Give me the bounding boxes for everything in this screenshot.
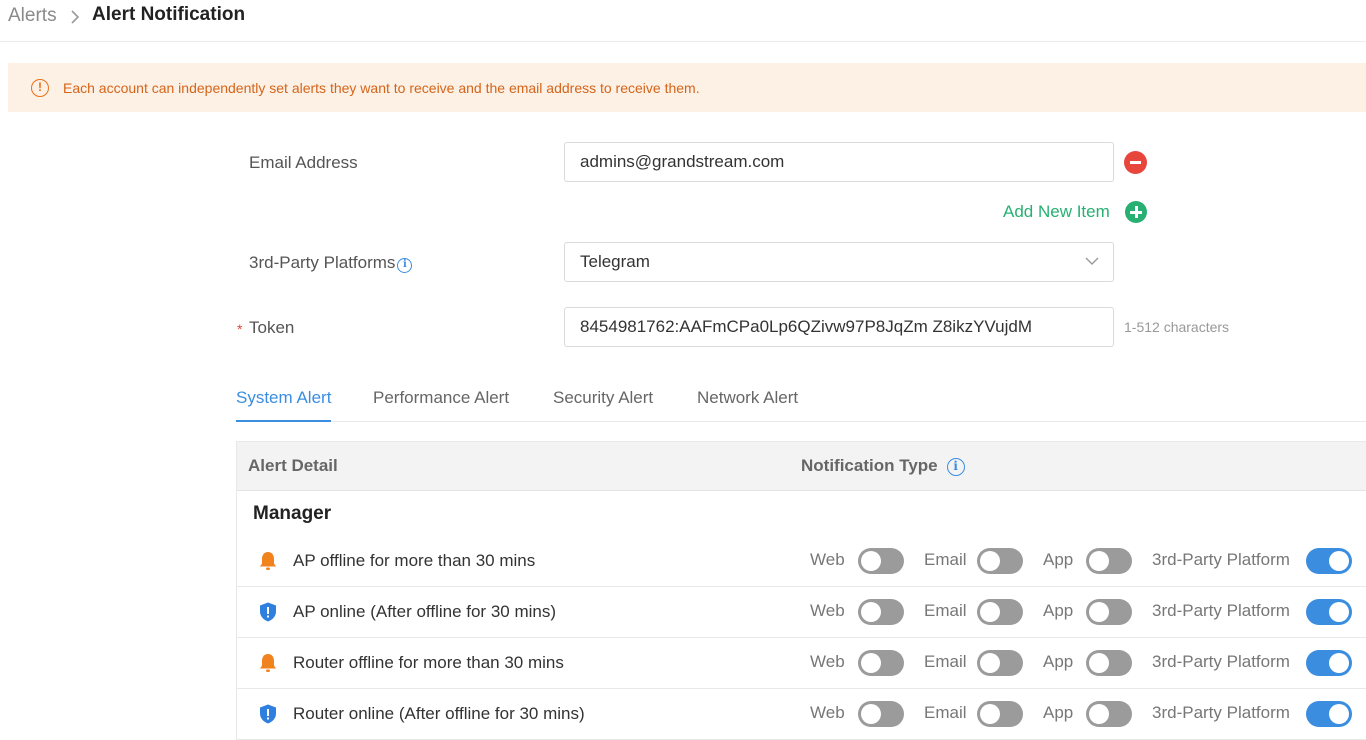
third-toggle-label: 3rd-Party Platform (1152, 601, 1290, 620)
email-toggle-label: Email (924, 652, 967, 671)
table-row: Router offline for more than 30 mins Web E… (237, 638, 1366, 689)
remove-email-icon[interactable] (1124, 151, 1147, 174)
web-toggle-switch[interactable] (858, 650, 904, 676)
token-label: Token (249, 318, 295, 337)
add-new-item-link[interactable]: Add New Item (1003, 202, 1110, 222)
alert-detail-text: Router offline for more than 30 mins (293, 653, 564, 672)
app-toggle-label: App (1043, 652, 1074, 671)
toggle-knob (1089, 551, 1109, 571)
web-toggle-switch[interactable] (858, 701, 904, 727)
warning-circle-icon: ! (31, 79, 49, 97)
toggle-knob (980, 602, 1000, 622)
third-toggle-switch[interactable] (1306, 599, 1352, 625)
app-toggle-label: App (1043, 703, 1074, 722)
page-header: Alerts Alert Notification (0, 0, 1366, 42)
group-title-manager: Manager (253, 503, 332, 524)
email-toggle-label: Email (924, 601, 967, 620)
web-toggle-label: Web (810, 550, 845, 569)
third-toggle-label: 3rd-Party Platform (1152, 550, 1290, 569)
tab-network-alert[interactable]: Network Alert (697, 388, 798, 422)
web-toggle-switch[interactable] (858, 548, 904, 574)
toggle-knob (1329, 653, 1349, 673)
table-header: Alert Detail Notification Type i (237, 441, 1366, 491)
email-toggle-switch[interactable] (977, 650, 1023, 676)
col-notification-type-text: Notification Type (801, 456, 938, 475)
web-toggle-switch[interactable] (858, 599, 904, 625)
toggle-knob (1089, 704, 1109, 724)
web-toggle-label: Web (810, 703, 845, 722)
email-toggle-label: Email (924, 550, 967, 569)
email-toggle-switch[interactable] (977, 548, 1023, 574)
web-toggle-label: Web (810, 601, 845, 620)
third-toggle-label: 3rd-Party Platform (1152, 652, 1290, 671)
third-toggle-label: 3rd-Party Platform (1152, 703, 1290, 722)
info-icon[interactable]: i (946, 458, 965, 476)
bell-icon (257, 652, 279, 674)
toggle-knob (1329, 602, 1349, 622)
email-toggle-label: Email (924, 703, 967, 722)
toggle-knob (861, 704, 881, 724)
email-label: Email Address (249, 153, 358, 172)
toggle-knob (980, 551, 1000, 571)
chevron-right-icon (71, 10, 80, 24)
toggle-knob (1089, 653, 1109, 673)
platforms-selected-value: Telegram (580, 252, 650, 271)
token-hint: 1-512 characters (1124, 319, 1230, 335)
tab-system-alert[interactable]: System Alert (236, 388, 332, 422)
toggle-knob (861, 653, 881, 673)
toggle-knob (861, 602, 881, 622)
table-row: Router online (After offline for 30 mins… (237, 689, 1366, 740)
table-row: AP online (After offline for 30 mins) Web… (237, 587, 1366, 638)
bell-icon (257, 550, 279, 572)
third-toggle-switch[interactable] (1306, 701, 1352, 727)
email-toggle-switch[interactable] (977, 701, 1023, 727)
toggle-knob (861, 551, 881, 571)
page-title: Alert Notification (92, 4, 246, 25)
table-row: AP offline for more than 30 mins Web Email… (237, 536, 1366, 587)
shield-alert-icon (257, 601, 279, 623)
email-toggle-switch[interactable] (977, 599, 1023, 625)
tab-security-alert[interactable]: Security Alert (553, 388, 653, 422)
toggle-knob (980, 653, 1000, 673)
app-toggle-label: App (1043, 601, 1074, 620)
platforms-select[interactable]: Telegram (564, 242, 1114, 282)
app-toggle-label: App (1043, 550, 1074, 569)
alert-tabs: System Alert Performance Alert Security … (236, 384, 1366, 422)
chevron-down-icon (1085, 257, 1099, 265)
tab-performance-alert[interactable]: Performance Alert (373, 388, 509, 422)
required-mark: * (237, 321, 243, 337)
app-toggle-switch[interactable] (1086, 650, 1132, 676)
third-toggle-switch[interactable] (1306, 650, 1352, 676)
app-toggle-switch[interactable] (1086, 701, 1132, 727)
toggle-knob (980, 704, 1000, 724)
alert-detail-text: AP online (After offline for 30 mins) (293, 602, 557, 621)
email-field[interactable] (564, 142, 1114, 182)
breadcrumb-alerts[interactable]: Alerts (8, 5, 57, 27)
toggle-knob (1329, 704, 1349, 724)
add-circle-icon[interactable] (1125, 201, 1147, 223)
toggle-knob (1089, 602, 1109, 622)
info-icon[interactable]: i (397, 258, 413, 273)
alert-detail-text: Router online (After offline for 30 mins… (293, 704, 585, 723)
third-toggle-switch[interactable] (1306, 548, 1352, 574)
shield-alert-icon (257, 703, 279, 725)
platforms-label: 3rd-Party Platforms i (249, 253, 413, 273)
notice-text: Each account can independently set alert… (63, 80, 700, 96)
app-toggle-switch[interactable] (1086, 548, 1132, 574)
web-toggle-label: Web (810, 652, 845, 671)
info-notice: ! Each account can independently set ale… (8, 63, 1366, 112)
token-field[interactable] (564, 307, 1114, 347)
col-alert-detail: Alert Detail (248, 456, 338, 475)
platforms-label-text: 3rd-Party Platforms (249, 253, 396, 272)
alert-table: Alert Detail Notification Type i Manager … (236, 441, 1366, 740)
app-toggle-switch[interactable] (1086, 599, 1132, 625)
alert-detail-text: AP offline for more than 30 mins (293, 551, 536, 570)
toggle-knob (1329, 551, 1349, 571)
col-notification-type: Notification Type i (801, 456, 965, 476)
